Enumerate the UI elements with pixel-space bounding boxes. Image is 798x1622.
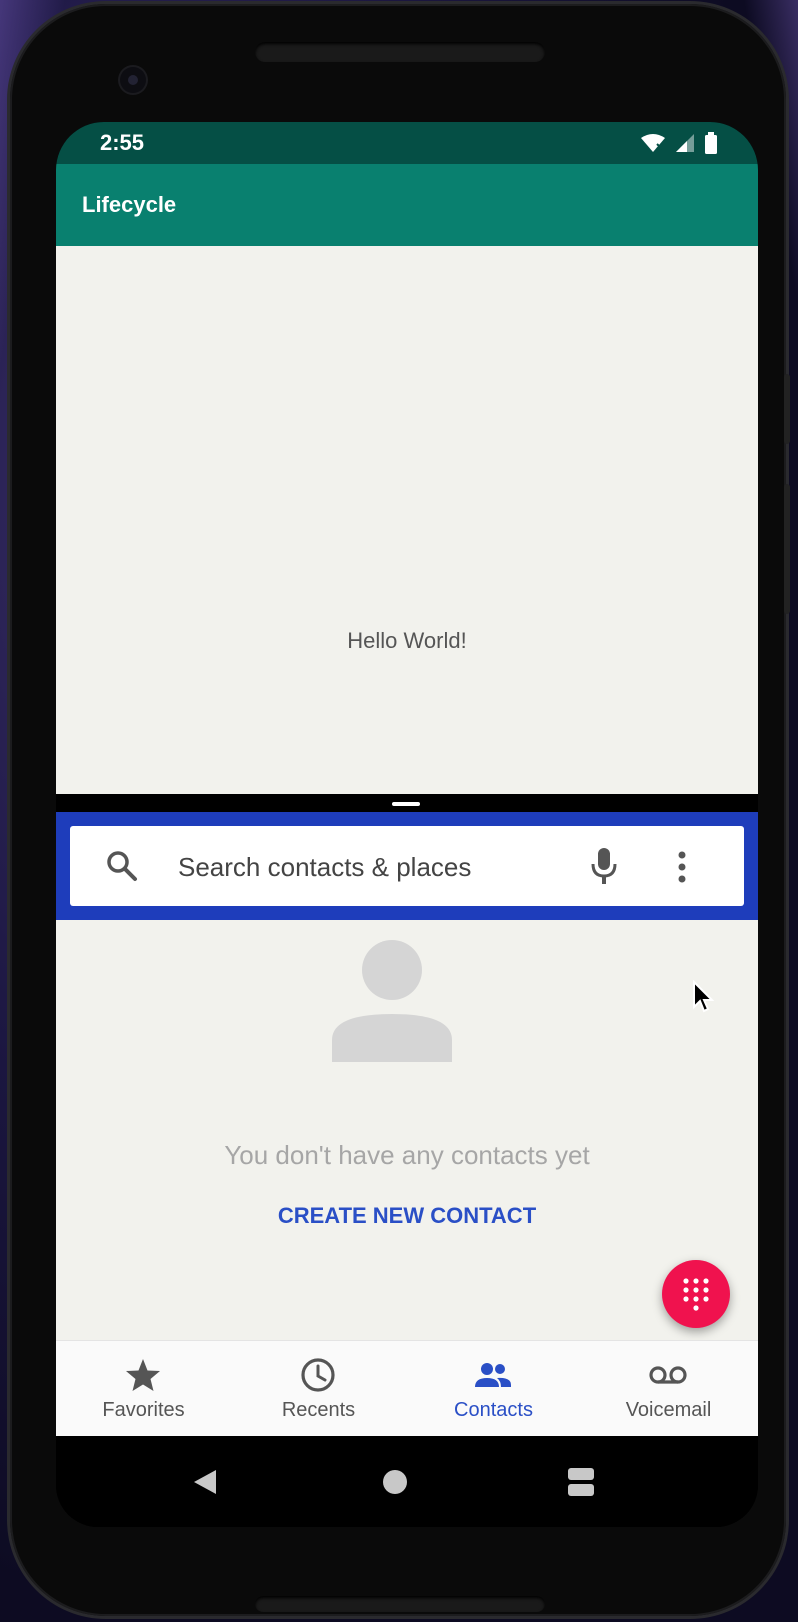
split-screen-icon[interactable] — [566, 1466, 596, 1498]
app-title: Lifecycle — [82, 192, 177, 217]
nav-item-recents[interactable]: Recents — [231, 1341, 406, 1437]
earpiece-speaker — [255, 42, 545, 62]
hello-text: Hello World! — [347, 628, 467, 653]
more-options-icon[interactable] — [674, 850, 690, 884]
front-camera — [120, 67, 146, 93]
divider-handle[interactable] — [392, 802, 420, 806]
search-icon[interactable] — [104, 848, 140, 884]
nav-label-favorites: Favorites — [102, 1399, 185, 1421]
back-icon[interactable] — [192, 1468, 218, 1496]
wifi-icon — [641, 134, 665, 152]
status-icons — [640, 132, 718, 154]
signal-icon — [676, 134, 694, 152]
app-bar: Lifecycle — [56, 164, 758, 246]
people-icon — [475, 1363, 511, 1387]
nav-item-voicemail[interactable]: Voicemail — [581, 1341, 756, 1437]
person-placeholder-icon — [332, 940, 452, 1062]
nav-label-voicemail: Voicemail — [625, 1399, 712, 1421]
empty-state-message: You don't have any contacts yet — [224, 1140, 590, 1170]
split-screen-divider[interactable] — [56, 794, 758, 812]
mouse-cursor-icon — [693, 980, 714, 1013]
create-new-contact-button[interactable]: CREATE NEW CONTACT — [262, 1192, 552, 1240]
system-navigation-bar — [56, 1436, 758, 1527]
contacts-empty-state: You don't have any contacts yet CREATE N… — [56, 920, 758, 1340]
phone-frame: 2:55 Lifecycle Hello World! Search conta… — [10, 4, 790, 1616]
nav-item-favorites[interactable]: Favorites — [56, 1341, 231, 1437]
nav-item-contacts[interactable]: Contacts — [406, 1341, 581, 1437]
battery-icon — [705, 132, 717, 154]
nav-label-contacts: Contacts — [454, 1399, 533, 1421]
clock-icon — [301, 1358, 335, 1392]
microphone-icon[interactable] — [590, 846, 618, 886]
star-icon — [126, 1359, 160, 1391]
search-input[interactable]: Search contacts & places — [70, 826, 744, 906]
screen: 2:55 Lifecycle Hello World! Search conta… — [56, 122, 758, 1527]
search-band: Search contacts & places — [56, 812, 758, 920]
bottom-speaker — [255, 1596, 545, 1612]
status-time: 2:55 — [100, 130, 145, 155]
app-content: Hello World! — [56, 246, 758, 794]
dialpad-fab[interactable] — [662, 1260, 730, 1328]
dialpad-icon — [683, 1278, 709, 1311]
search-placeholder: Search contacts & places — [178, 852, 472, 882]
home-icon[interactable] — [381, 1468, 409, 1496]
nav-label-recents: Recents — [281, 1399, 356, 1421]
voicemail-icon — [649, 1366, 687, 1384]
bottom-navigation: Favorites Recents Contacts Voicemail — [56, 1340, 758, 1436]
status-bar: 2:55 — [56, 122, 758, 164]
side-button-volume — [784, 484, 790, 614]
side-button-power — [784, 374, 790, 444]
